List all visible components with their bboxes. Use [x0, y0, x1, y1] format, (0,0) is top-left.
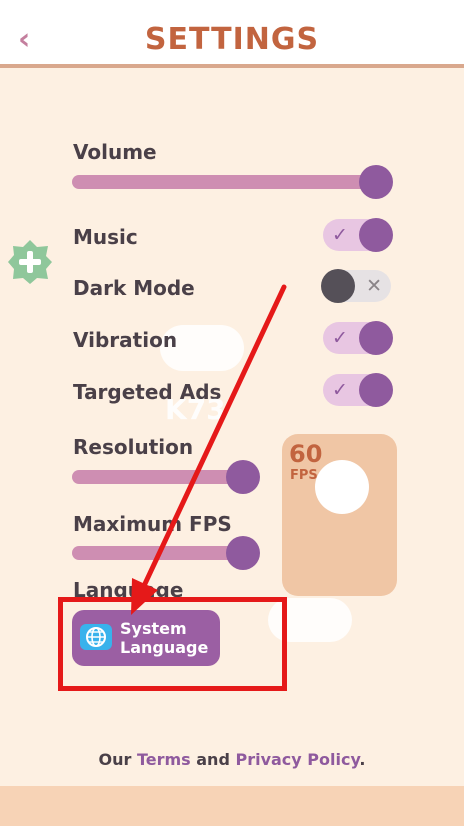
- annotation-arrow-icon: [131, 284, 287, 615]
- footer-text: Our Terms and Privacy Policy.: [98, 750, 366, 769]
- terms-link[interactable]: Terms: [137, 750, 191, 769]
- privacy-policy-link[interactable]: Privacy Policy: [235, 750, 359, 769]
- bottom-decoration: [0, 786, 464, 826]
